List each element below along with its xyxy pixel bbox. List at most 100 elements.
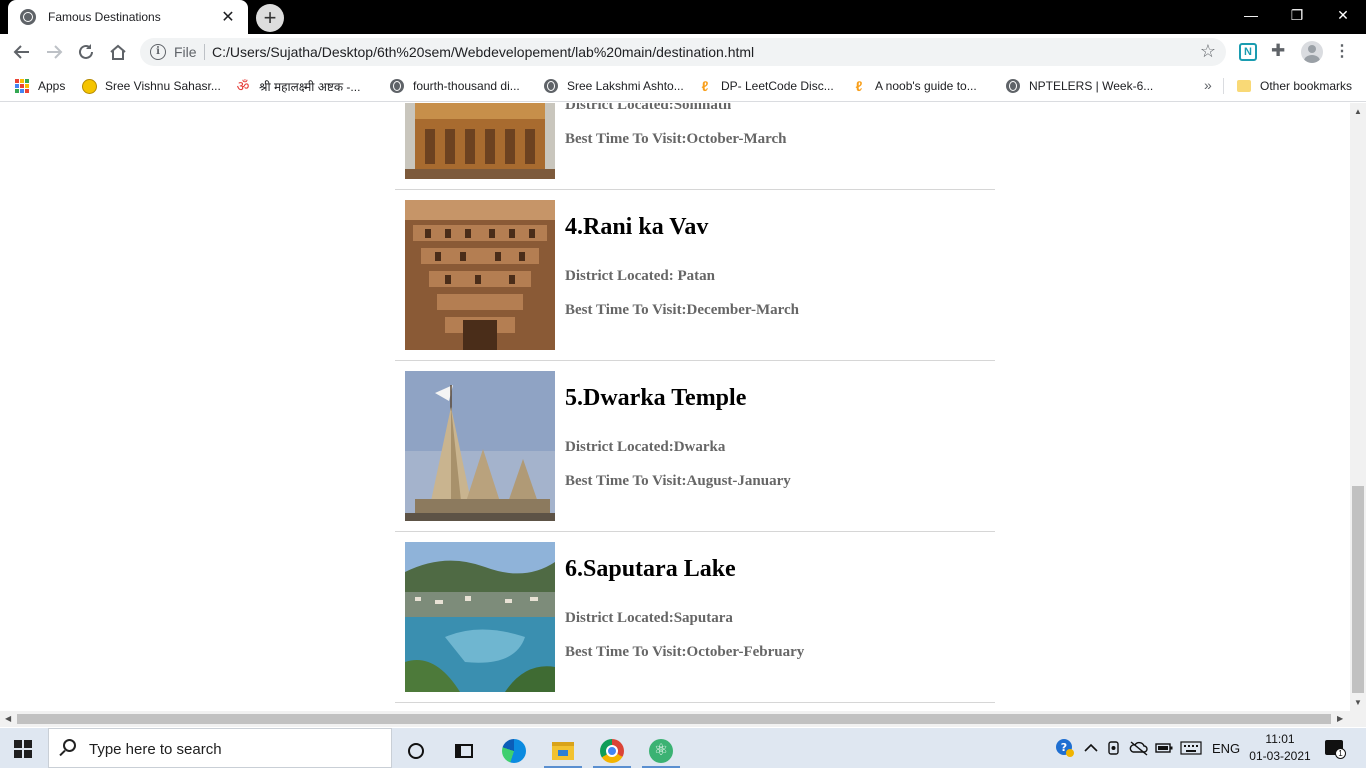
destination-card-saputara-lake: 6.Saputara Lake District Located:Saputar… [395,532,995,703]
new-tab-button[interactable]: + [256,4,284,32]
district-located: District Located:Somnath [565,103,732,113]
cortana-icon [408,743,424,759]
edge-icon [502,739,526,763]
tab-famous-destinations[interactable]: Famous Destinations ✕ [8,0,248,34]
bookmark-star-icon[interactable]: ☆ [1200,41,1216,62]
horizontal-scroll-thumb[interactable] [17,714,1331,724]
forward-arrow-icon [47,45,63,59]
atom-taskbar-button[interactable]: ⚛ [642,734,680,768]
horizontal-scrollbar[interactable]: ◀ ▶ [0,711,1366,727]
browser-toolbar: i File C:/Users/Sujatha/Desktop/6th%20se… [0,34,1366,70]
destination-card-somnath: District Located:Somnath Best Time To Vi… [395,103,995,190]
district-located: District Located:Saputara [565,610,733,626]
reload-button[interactable] [74,40,98,64]
best-time-to-visit: Best Time To Visit:December-March [565,302,799,318]
other-bookmarks-folder[interactable]: Other bookmarks [1236,76,1352,96]
bookmark-label: श्री महालक्ष्मी अष्टक -... [259,79,361,94]
scheme-label: File [174,44,197,60]
close-window-button[interactable]: ✕ [1320,0,1366,30]
bookmark-mahalakshmi[interactable]: ॐ श्री महालक्ष्मी अष्टक -... [235,76,361,96]
scroll-right-arrow-icon[interactable]: ▶ [1337,714,1343,723]
vertical-scroll-thumb[interactable] [1352,486,1364,693]
other-bookmarks-label: Other bookmarks [1260,79,1353,93]
task-view-icon [455,744,473,758]
site-info-icon[interactable]: i [150,44,166,60]
help-icon: ? [1056,739,1074,757]
scroll-down-arrow-icon[interactable]: ▼ [1354,698,1362,707]
chrome-menu-icon[interactable]: ⋮ [1334,41,1350,61]
bookmarks-separator [1223,78,1224,94]
help-tray-icon[interactable]: ? [1055,728,1075,768]
touch-keyboard-icon[interactable] [1180,728,1202,768]
scroll-up-arrow-icon[interactable]: ▲ [1354,107,1362,116]
back-button[interactable] [10,40,34,64]
onedrive-offline-icon[interactable] [1129,728,1149,768]
battery-icon[interactable] [1155,728,1173,768]
file-explorer-taskbar-button[interactable] [544,734,582,768]
task-view-button[interactable] [445,734,483,768]
bookmark-fourth-thousand[interactable]: fourth-thousand di... [389,76,520,96]
cortana-button[interactable] [397,734,435,768]
profile-avatar[interactable] [1301,41,1323,63]
bookmark-label: NPTELERS | Week-6... [1029,79,1154,93]
globe-icon [389,78,405,94]
language-indicator[interactable]: ENG [1212,728,1240,768]
rani-ka-vav-image [405,200,555,350]
taskbar-clock[interactable]: 11:01 01-03-2021 [1248,731,1312,765]
search-icon [63,739,76,752]
destination-name: 5.Dwarka Temple [565,385,747,411]
district-located: District Located: Patan [565,268,715,284]
scroll-left-arrow-icon[interactable]: ◀ [5,714,11,723]
edge-taskbar-button[interactable] [495,734,533,768]
url-text[interactable]: C:/Users/Sujatha/Desktop/6th%20sem/Webde… [212,44,754,60]
chrome-icon [600,739,624,763]
destination-name: 4.Rani ka Vav [565,214,709,240]
restore-button[interactable]: ❐ [1274,0,1320,30]
windows-start-icon[interactable] [14,740,32,758]
page-viewport: District Located:Somnath Best Time To Vi… [0,103,1350,711]
dwarka-temple-image [405,371,555,521]
bookmark-label: Sree Lakshmi Ashto... [567,79,684,93]
saputara-lake-image [405,542,555,692]
bookmark-noobs-guide[interactable]: ℓ A noob's guide to... [851,76,977,96]
forward-button[interactable] [42,40,66,64]
chrome-taskbar-button[interactable] [593,734,631,768]
atom-icon: ⚛ [649,739,673,763]
destination-card-dwarka-temple: 5.Dwarka Temple District Located:Dwarka … [395,361,995,532]
bookmark-label: Apps [38,79,66,93]
minimize-button[interactable]: — [1228,0,1274,30]
address-bar[interactable]: i File C:/Users/Sujatha/Desktop/6th%20se… [140,38,1226,66]
best-time-to-visit: Best Time To Visit:October-March [565,131,787,147]
extension-n-icon[interactable]: N [1239,43,1257,61]
destination-card-rani-ka-vav: 4.Rani ka Vav District Located: Patan Be… [395,190,995,361]
bookmark-nptelers[interactable]: NPTELERS | Week-6... [1005,76,1153,96]
notifications-icon[interactable]: 1 [1325,740,1346,759]
bookmark-leetcode-dp[interactable]: ℓ DP- LeetCode Disc... [697,76,834,96]
destination-name: 6.Saputara Lake [565,556,736,582]
home-button[interactable] [106,40,130,64]
taskbar-search-box[interactable]: Type here to search [48,728,392,768]
close-tab-icon[interactable]: ✕ [220,7,236,27]
show-hidden-icons-icon[interactable] [1084,728,1098,768]
best-time-to-visit: Best Time To Visit:August-January [565,473,791,489]
tab-title: Famous Destinations [48,10,161,24]
clock-date: 01-03-2021 [1249,749,1311,763]
bookmark-apps[interactable]: Apps [14,76,65,96]
globe-icon [1005,78,1021,94]
bookmark-sree-vishnu[interactable]: Sree Vishnu Sahasr... [81,76,221,96]
clock-time: 11:01 [1265,732,1295,746]
vertical-scrollbar[interactable]: ▲ ▼ [1350,103,1366,711]
bookmark-sree-lakshmi[interactable]: Sree Lakshmi Ashto... [543,76,684,96]
bookmark-label: DP- LeetCode Disc... [721,79,834,93]
tab-strip: Famous Destinations ✕ + — ❐ ✕ [0,0,1366,34]
meet-now-icon[interactable] [1107,728,1123,768]
extensions-puzzle-icon[interactable]: ✚ [1271,41,1285,61]
globe-icon [20,9,36,25]
more-bookmarks-button[interactable]: » [1204,77,1212,93]
folder-icon [1236,78,1252,94]
bookmark-label: A noob's guide to... [875,79,977,93]
best-time-to-visit: Best Time To Visit:October-February [565,644,805,660]
bookmark-label: Sree Vishnu Sahasr... [105,79,221,93]
leetcode-icon: ℓ [855,78,863,94]
notification-count-badge: 1 [1335,748,1346,759]
